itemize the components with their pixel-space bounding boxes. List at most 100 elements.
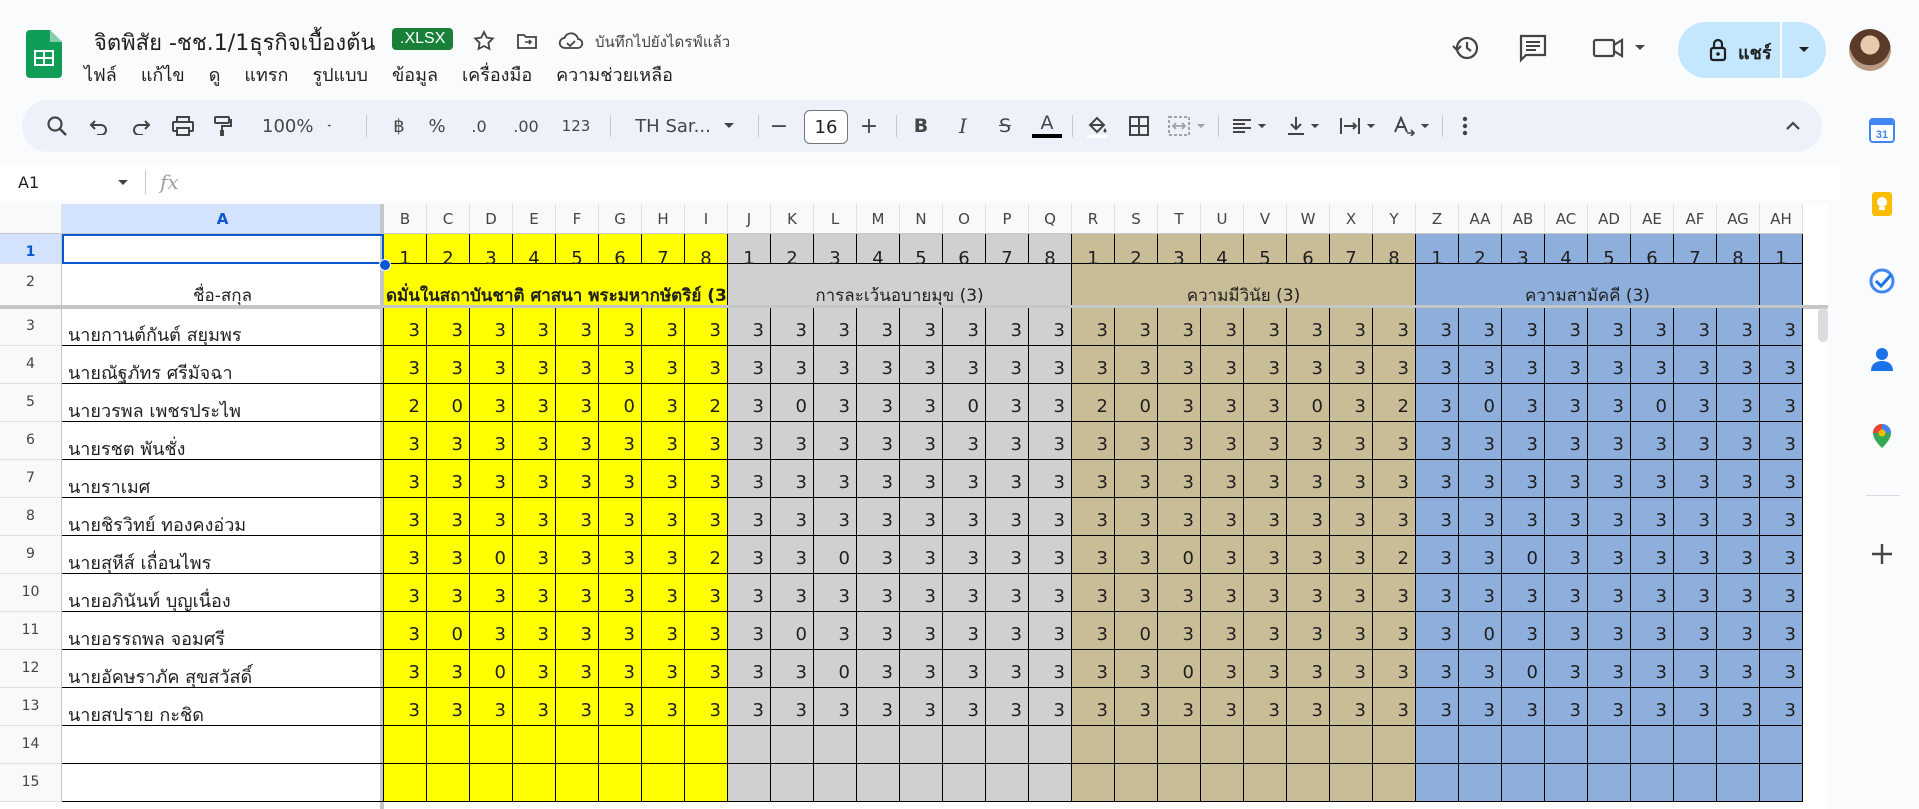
row-header[interactable]: 14 (0, 726, 62, 764)
score-cell[interactable]: 3 (384, 422, 427, 460)
student-name-cell[interactable]: นายสปราย กะชิด (62, 688, 384, 726)
increase-decimal-button[interactable]: .00 (506, 100, 546, 152)
score-cell[interactable]: 3 (1674, 384, 1717, 422)
score-cell[interactable] (771, 726, 814, 764)
student-name-cell[interactable]: นายชิรวิทย์ ทองคงอ่วม (62, 498, 384, 536)
score-cell[interactable]: 3 (1459, 498, 1502, 536)
score-cell[interactable] (1760, 726, 1803, 764)
score-cell[interactable]: 3 (1588, 650, 1631, 688)
score-cell[interactable] (1760, 764, 1803, 802)
undo-button[interactable] (84, 100, 114, 152)
score-cell[interactable]: 3 (1029, 460, 1072, 498)
row-header[interactable]: 6 (0, 422, 62, 460)
score-cell[interactable]: 0 (427, 384, 470, 422)
score-cell[interactable]: 3 (1717, 422, 1760, 460)
item-number-cell[interactable]: 5 (556, 234, 599, 269)
row-header[interactable]: 9 (0, 536, 62, 574)
item-number-cell[interactable]: 8 (1373, 234, 1416, 269)
text-wrapping-button[interactable] (1334, 100, 1380, 152)
score-cell[interactable]: 3 (685, 460, 728, 498)
score-cell[interactable]: 3 (1416, 308, 1459, 346)
score-cell[interactable]: 3 (986, 460, 1029, 498)
currency-format-button[interactable]: ฿ (384, 100, 414, 152)
item-number-cell[interactable]: 1 (1416, 234, 1459, 269)
row-header[interactable]: 10 (0, 574, 62, 612)
score-cell[interactable]: 3 (1201, 346, 1244, 384)
user-avatar[interactable] (1849, 29, 1891, 71)
fill-color-button[interactable] (1080, 100, 1114, 152)
score-cell[interactable]: 2 (384, 384, 427, 422)
score-cell[interactable]: 3 (1545, 536, 1588, 574)
score-cell[interactable] (1072, 764, 1115, 802)
score-cell[interactable]: 3 (470, 422, 513, 460)
score-cell[interactable]: 3 (1717, 308, 1760, 346)
score-cell[interactable]: 3 (1416, 384, 1459, 422)
fill-handle[interactable] (379, 259, 391, 271)
score-cell[interactable]: 3 (900, 498, 943, 536)
group-header-cell[interactable]: การละเว้นอบายมุข (3) (728, 264, 1072, 308)
score-cell[interactable]: 3 (857, 308, 900, 346)
score-cell[interactable]: 0 (1158, 650, 1201, 688)
score-cell[interactable]: 3 (1287, 536, 1330, 574)
score-cell[interactable] (1158, 764, 1201, 802)
score-cell[interactable] (1588, 726, 1631, 764)
score-cell[interactable]: 3 (1072, 498, 1115, 536)
row-header[interactable]: 15 (0, 764, 62, 802)
score-cell[interactable]: 3 (1674, 422, 1717, 460)
font-family-select[interactable]: TH Sar... (620, 100, 750, 152)
score-cell[interactable]: 3 (1029, 536, 1072, 574)
score-cell[interactable]: 3 (599, 650, 642, 688)
score-cell[interactable]: 3 (1545, 308, 1588, 346)
score-cell[interactable]: 3 (599, 688, 642, 726)
score-cell[interactable]: 3 (685, 612, 728, 650)
score-cell[interactable]: 3 (642, 498, 685, 536)
score-cell[interactable]: 3 (1588, 308, 1631, 346)
score-cell[interactable]: 3 (1330, 498, 1373, 536)
score-cell[interactable] (427, 764, 470, 802)
score-cell[interactable]: 3 (771, 498, 814, 536)
score-cell[interactable]: 3 (1416, 650, 1459, 688)
score-cell[interactable] (470, 726, 513, 764)
score-cell[interactable] (728, 726, 771, 764)
menu-view[interactable]: ดู (209, 60, 221, 89)
score-cell[interactable]: 3 (943, 536, 986, 574)
score-cell[interactable]: 0 (1459, 384, 1502, 422)
item-number-cell[interactable]: 5 (1244, 234, 1287, 269)
score-cell[interactable]: 3 (556, 612, 599, 650)
score-cell[interactable]: 3 (1373, 422, 1416, 460)
score-cell[interactable]: 3 (857, 688, 900, 726)
score-cell[interactable]: 3 (986, 422, 1029, 460)
score-cell[interactable]: 3 (1115, 650, 1158, 688)
score-cell[interactable]: 0 (1115, 612, 1158, 650)
score-cell[interactable]: 3 (427, 536, 470, 574)
score-cell[interactable] (599, 764, 642, 802)
score-cell[interactable]: 3 (1545, 650, 1588, 688)
score-cell[interactable]: 3 (900, 384, 943, 422)
score-cell[interactable] (1502, 726, 1545, 764)
score-cell[interactable]: 0 (1459, 612, 1502, 650)
score-cell[interactable]: 3 (1459, 574, 1502, 612)
score-cell[interactable]: 3 (1373, 498, 1416, 536)
score-cell[interactable]: 3 (1072, 308, 1115, 346)
score-cell[interactable]: 3 (1244, 422, 1287, 460)
score-cell[interactable]: 3 (384, 574, 427, 612)
score-cell[interactable]: 3 (513, 498, 556, 536)
column-header[interactable]: O (943, 204, 986, 234)
score-cell[interactable]: 3 (771, 346, 814, 384)
score-cell[interactable]: 3 (1330, 612, 1373, 650)
score-cell[interactable]: 3 (1717, 612, 1760, 650)
score-cell[interactable]: 3 (556, 346, 599, 384)
cloud-saved-icon[interactable] (558, 29, 584, 53)
score-cell[interactable]: 3 (1631, 422, 1674, 460)
item-number-cell[interactable]: 3 (1502, 234, 1545, 269)
score-cell[interactable]: 3 (728, 688, 771, 726)
group-header-cell[interactable]: ความมีวินัย (3) (1072, 264, 1416, 308)
score-cell[interactable]: 3 (1545, 688, 1588, 726)
score-cell[interactable]: 0 (1158, 536, 1201, 574)
score-cell[interactable]: 3 (1717, 650, 1760, 688)
score-cell[interactable]: 3 (513, 650, 556, 688)
score-cell[interactable] (1244, 726, 1287, 764)
score-cell[interactable]: 3 (1201, 384, 1244, 422)
score-cell[interactable]: 3 (1760, 612, 1803, 650)
score-cell[interactable]: 3 (1588, 460, 1631, 498)
